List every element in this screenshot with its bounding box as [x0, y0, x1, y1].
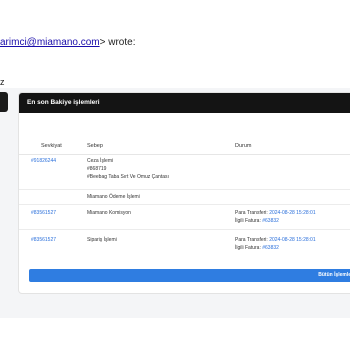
status-line: İlgili Fatura: #63832: [235, 218, 279, 224]
column-header-reason: Sebep: [87, 143, 103, 149]
reason-line: Miamano Komisyon: [87, 210, 131, 216]
shipment-link[interactable]: #83561527: [31, 236, 56, 244]
invoice-link[interactable]: #63832: [262, 245, 279, 251]
quoted-reply-line: arimci@miamano.com> wrote:: [0, 37, 135, 48]
status-line: Para Transferi: 2024-08-28 15:28:01: [235, 210, 316, 216]
reason-line: Ceza İşlemi: [87, 158, 114, 164]
balance-transactions-card: En son Bakiye işlemleri Sevkiyat Sebep D…: [18, 92, 350, 294]
card-title: En son Bakiye işlemleri: [19, 93, 350, 113]
invoice-link[interactable]: #63832: [262, 218, 279, 224]
table-row: #83561527 Sipariş İşlemi Para Transferi:…: [19, 229, 350, 257]
adjacent-card-edge: [0, 92, 8, 112]
table-row: #83561527 Miamano Komisyon Para Transfer…: [19, 204, 350, 230]
column-header-shipment: Sevkiyat: [41, 143, 62, 149]
shipment-link[interactable]: #83561527: [31, 209, 56, 217]
reason-line: #868719: [87, 166, 107, 172]
table-row: Miamano Ödeme İşlemi: [19, 189, 350, 205]
wrote-text: > wrote:: [99, 37, 136, 48]
status-line: Para Transferi: 2024-08-28 15:28:01: [235, 237, 316, 243]
all-transactions-button[interactable]: Bütün İşlemler: [29, 269, 350, 282]
column-header-status: Durum: [235, 143, 252, 149]
shipment-link[interactable]: #91826244: [31, 157, 56, 165]
reason-line: Miamano Ödeme İşlemi: [87, 194, 140, 200]
status-line: İlgili Fatura: #63832: [235, 245, 279, 251]
transfer-date-link[interactable]: 2024-08-28 15:28:01: [269, 237, 315, 243]
table-row: #91826244 Ceza İşlemi #868719 #Beebag Ta…: [19, 154, 350, 190]
button-label: Bütün İşlemler: [318, 272, 350, 278]
table-header: Sevkiyat Sebep Durum: [19, 140, 350, 155]
transfer-date-link[interactable]: 2024-08-28 15:28:01: [269, 210, 315, 216]
reason-line: #Beebag Taba Sırt Ve Omuz Çantası: [87, 174, 169, 180]
sender-email-link[interactable]: arimci@miamano.com: [0, 37, 100, 48]
reason-line: Sipariş İşlemi: [87, 237, 117, 243]
text-fragment: z: [0, 77, 5, 87]
